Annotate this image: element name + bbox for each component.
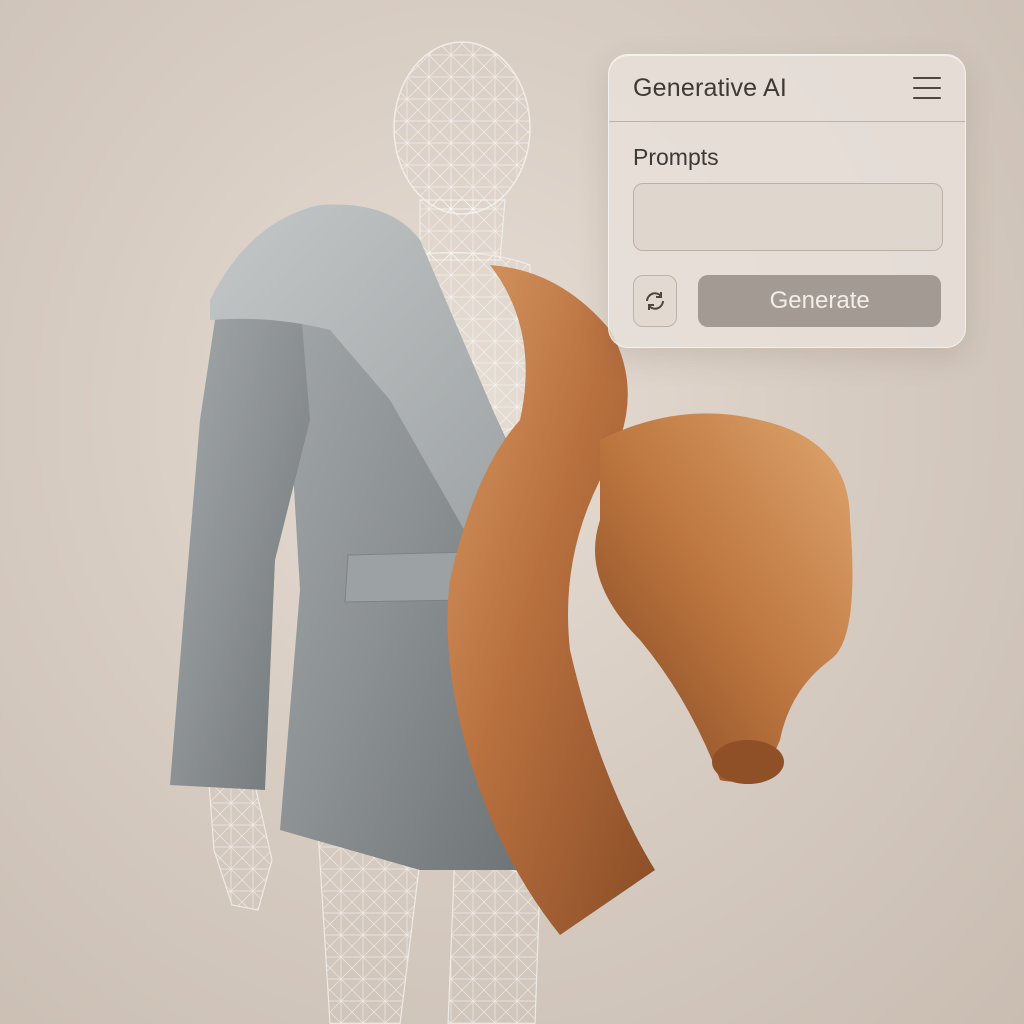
gray-coat-sleeve <box>170 297 310 790</box>
panel-header: Generative AI <box>609 55 965 122</box>
prompts-label: Prompts <box>633 144 719 170</box>
generative-ai-panel: Generative AI Prompts Generate <box>608 54 966 348</box>
refresh-button[interactable] <box>633 275 678 327</box>
refresh-icon <box>646 292 665 310</box>
copper-silk-cuff <box>712 740 784 784</box>
copper-silk-sleeve <box>595 413 853 782</box>
panel-actions: Generate <box>633 275 941 327</box>
app-canvas: Generative AI Prompts Generate <box>0 0 1024 1024</box>
hamburger-menu-icon[interactable] <box>913 77 941 99</box>
wireframe-head <box>393 41 531 261</box>
panel-title: Generative AI <box>633 73 788 102</box>
prompt-input[interactable] <box>633 183 943 251</box>
generate-button[interactable]: Generate <box>698 275 941 327</box>
panel-body: Prompts Generate <box>609 144 965 327</box>
wireframe-hand <box>207 769 273 911</box>
